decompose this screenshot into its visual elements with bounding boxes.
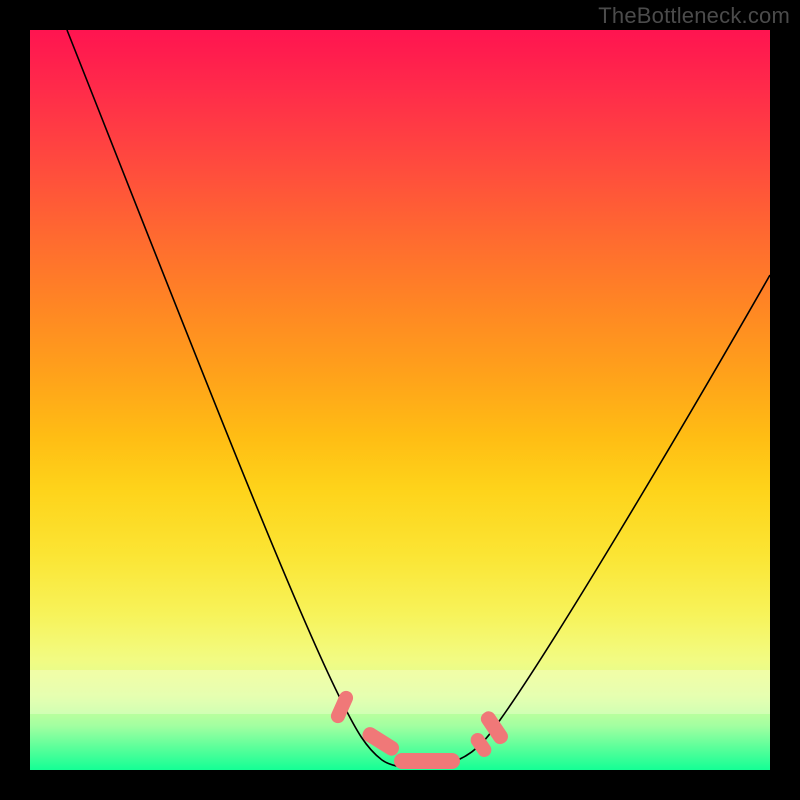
plot-area [30, 30, 770, 770]
trough-blob-center-right [394, 753, 460, 769]
trough-blob-center-left [360, 724, 402, 758]
chart-frame: TheBottleneck.com [0, 0, 800, 800]
watermark-text: TheBottleneck.com [598, 3, 790, 29]
bottleneck-curve [30, 30, 770, 770]
bottleneck-curve-path [67, 30, 770, 768]
